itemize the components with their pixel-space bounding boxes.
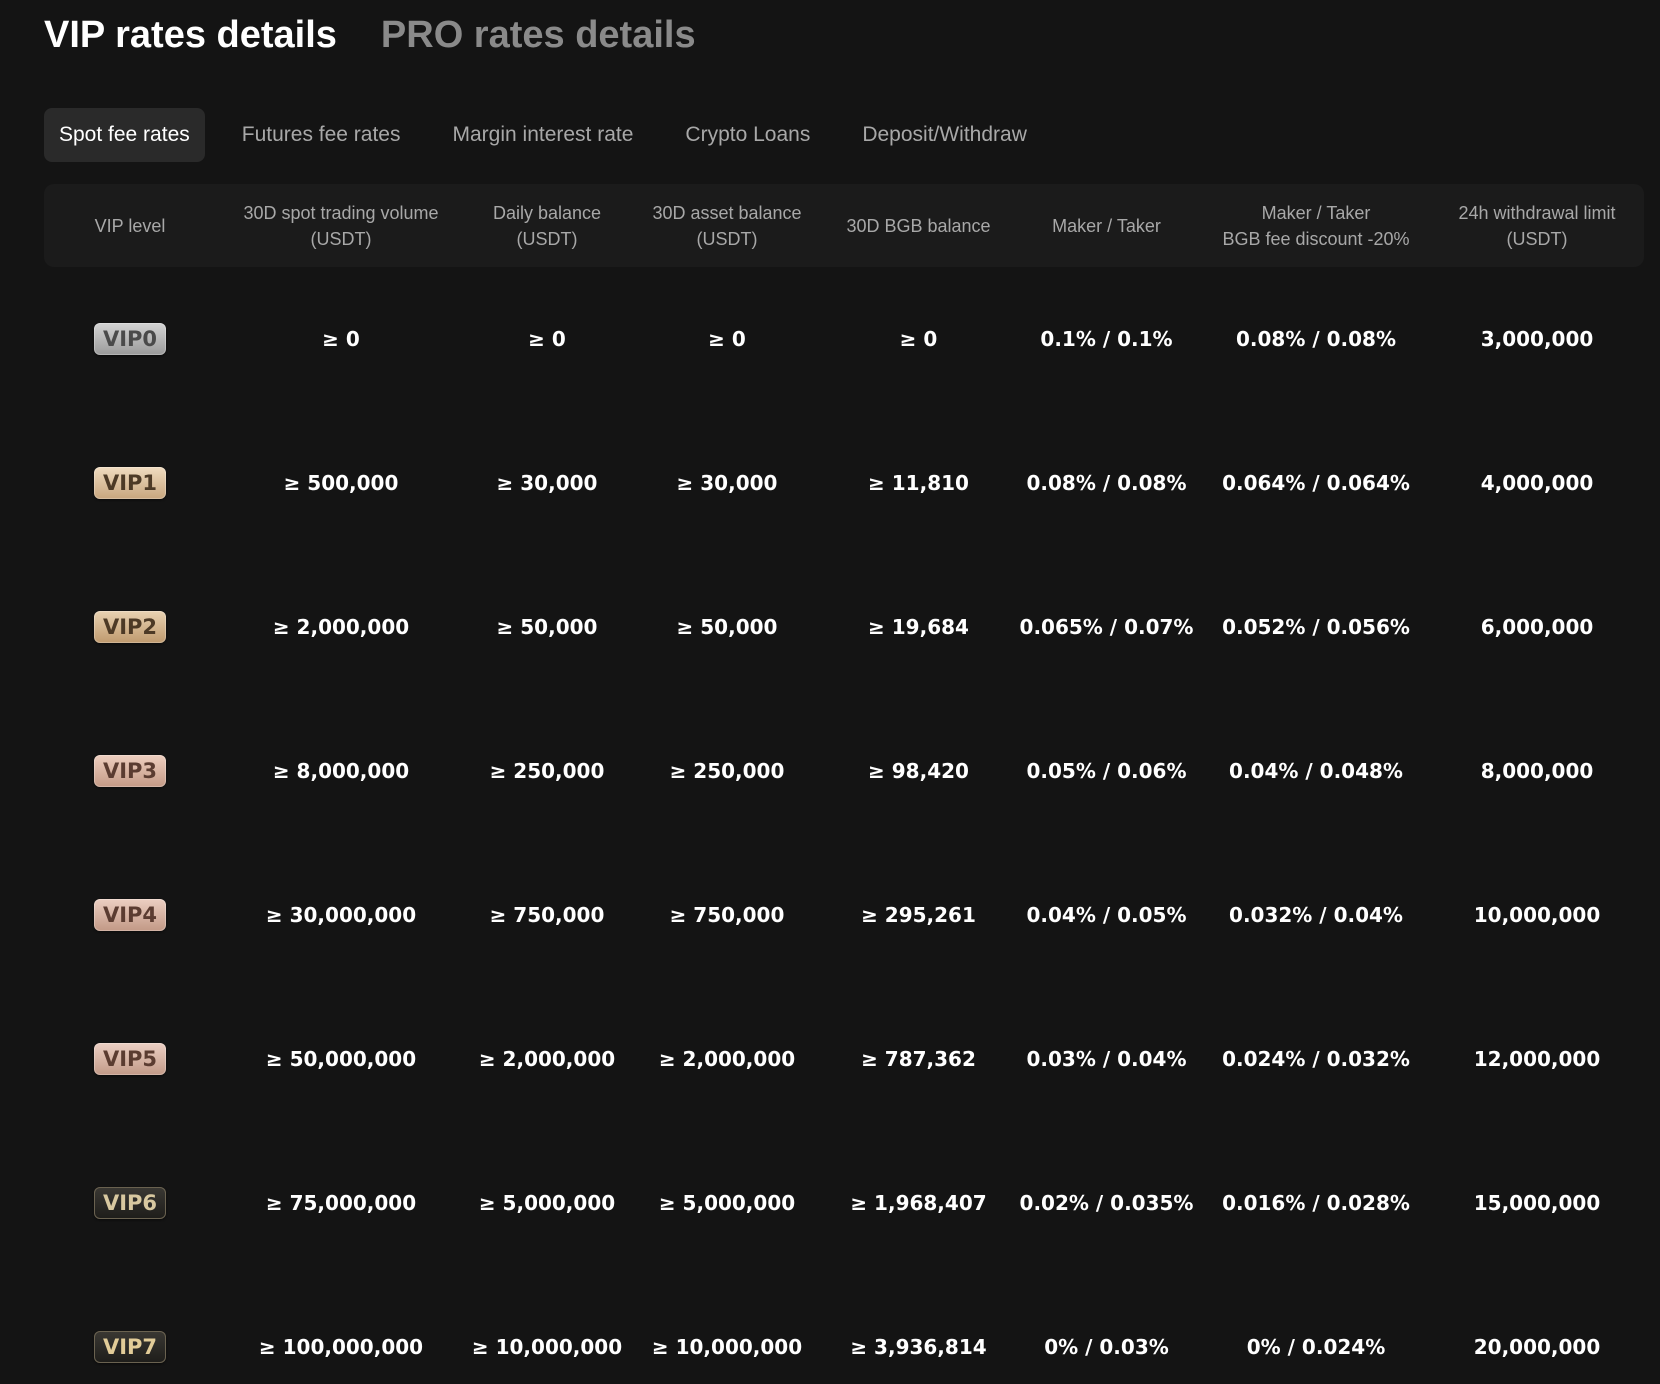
table-row: VIP4 ≥ 30,000,000 ≥ 750,000 ≥ 750,000 ≥ … xyxy=(44,843,1644,987)
header-daily-balance: Daily balance (USDT) xyxy=(492,202,602,249)
tab-futures-fee-rates[interactable]: Futures fee rates xyxy=(227,108,416,162)
vip-level-badge: VIP3 xyxy=(94,755,166,787)
cell-daily-balance: ≥ 30,000 xyxy=(496,471,598,495)
vip-level-badge: VIP7 xyxy=(94,1331,166,1363)
cell-withdrawal-limit: 4,000,000 xyxy=(1480,471,1594,495)
title-row: VIP rates details PRO rates details xyxy=(44,0,1660,80)
cell-asset-balance: ≥ 250,000 xyxy=(669,759,785,783)
table-row: VIP5 ≥ 50,000,000 ≥ 2,000,000 ≥ 2,000,00… xyxy=(44,987,1644,1131)
cell-withdrawal-limit: 20,000,000 xyxy=(1473,1335,1601,1359)
cell-spot-volume: ≥ 75,000,000 xyxy=(265,1191,417,1215)
vip-level-badge: VIP6 xyxy=(94,1187,166,1219)
cell-maker-taker-bgb: 0.052% / 0.056% xyxy=(1222,615,1410,639)
cell-spot-volume: ≥ 2,000,000 xyxy=(272,615,410,639)
vip-level-badge: VIP5 xyxy=(94,1043,166,1075)
cell-bgb-balance: ≥ 3,936,814 xyxy=(850,1335,987,1359)
cell-asset-balance: ≥ 750,000 xyxy=(669,903,785,927)
cell-withdrawal-limit: 10,000,000 xyxy=(1473,903,1601,927)
cell-spot-volume: ≥ 30,000,000 xyxy=(265,903,417,927)
table-header: VIP level 30D spot trading volume (USDT)… xyxy=(44,184,1644,267)
cell-bgb-balance: ≥ 19,684 xyxy=(868,615,969,639)
cell-asset-balance: ≥ 10,000,000 xyxy=(651,1335,803,1359)
cell-daily-balance: ≥ 0 xyxy=(528,327,566,351)
header-maker-taker-bgb: Maker / Taker BGB fee discount -20% xyxy=(1222,202,1410,249)
cell-withdrawal-limit: 3,000,000 xyxy=(1480,327,1594,351)
table-row: VIP2 ≥ 2,000,000 ≥ 50,000 ≥ 50,000 ≥ 19,… xyxy=(44,555,1644,699)
cell-maker-taker-bgb: 0.04% / 0.048% xyxy=(1229,759,1403,783)
cell-maker-taker-bgb: 0.08% / 0.08% xyxy=(1236,327,1396,351)
tab-crypto-loans[interactable]: Crypto Loans xyxy=(670,108,825,162)
table-row: VIP6 ≥ 75,000,000 ≥ 5,000,000 ≥ 5,000,00… xyxy=(44,1131,1644,1275)
cell-daily-balance: ≥ 50,000 xyxy=(496,615,598,639)
cell-withdrawal-limit: 6,000,000 xyxy=(1480,615,1594,639)
table-row: VIP3 ≥ 8,000,000 ≥ 250,000 ≥ 250,000 ≥ 9… xyxy=(44,699,1644,843)
cell-daily-balance: ≥ 750,000 xyxy=(489,903,605,927)
cell-withdrawal-limit: 8,000,000 xyxy=(1480,759,1594,783)
cell-maker-taker: 0.1% / 0.1% xyxy=(1040,327,1173,351)
vip-level-badge: VIP4 xyxy=(94,899,166,931)
cell-maker-taker: 0.02% / 0.035% xyxy=(1019,1191,1194,1215)
tab-deposit-withdraw[interactable]: Deposit/Withdraw xyxy=(847,108,1042,162)
cell-spot-volume: ≥ 8,000,000 xyxy=(272,759,410,783)
vip-level-badge: VIP1 xyxy=(94,467,166,499)
cell-daily-balance: ≥ 2,000,000 xyxy=(478,1047,616,1071)
header-vip-level: VIP level xyxy=(94,215,166,236)
cell-maker-taker: 0% / 0.03% xyxy=(1044,1335,1169,1359)
cell-asset-balance: ≥ 5,000,000 xyxy=(658,1191,796,1215)
cell-asset-balance: ≥ 2,000,000 xyxy=(658,1047,796,1071)
cell-spot-volume: ≥ 500,000 xyxy=(283,471,399,495)
cell-spot-volume: ≥ 50,000,000 xyxy=(265,1047,417,1071)
header-withdrawal-limit: 24h withdrawal limit (USDT) xyxy=(1458,202,1616,249)
pro-rates-title[interactable]: PRO rates details xyxy=(381,14,696,57)
vip-rates-title[interactable]: VIP rates details xyxy=(44,14,337,57)
cell-spot-volume: ≥ 100,000,000 xyxy=(258,1335,424,1359)
table-row: VIP1 ≥ 500,000 ≥ 30,000 ≥ 30,000 ≥ 11,81… xyxy=(44,411,1644,555)
cell-bgb-balance: ≥ 11,810 xyxy=(868,471,969,495)
vip-rates-page: VIP rates details PRO rates details Spot… xyxy=(0,0,1660,1384)
cell-bgb-balance: ≥ 1,968,407 xyxy=(850,1191,987,1215)
cell-maker-taker-bgb: 0.016% / 0.028% xyxy=(1222,1191,1410,1215)
cell-asset-balance: ≥ 30,000 xyxy=(676,471,778,495)
cell-spot-volume: ≥ 0 xyxy=(322,327,360,351)
cell-asset-balance: ≥ 50,000 xyxy=(676,615,778,639)
table-row: VIP7 ≥ 100,000,000 ≥ 10,000,000 ≥ 10,000… xyxy=(44,1275,1644,1384)
cell-asset-balance: ≥ 0 xyxy=(708,327,746,351)
cell-daily-balance: ≥ 10,000,000 xyxy=(471,1335,623,1359)
cell-maker-taker: 0.065% / 0.07% xyxy=(1019,615,1194,639)
header-spot-volume: 30D spot trading volume (USDT) xyxy=(243,202,439,249)
tab-spot-fee-rates[interactable]: Spot fee rates xyxy=(44,108,205,162)
cell-maker-taker: 0.03% / 0.04% xyxy=(1026,1047,1187,1071)
header-bgb-balance: 30D BGB balance xyxy=(846,215,991,236)
spot-fee-table: VIP level 30D spot trading volume (USDT)… xyxy=(44,184,1644,1384)
cell-bgb-balance: ≥ 295,261 xyxy=(861,903,976,927)
cell-daily-balance: ≥ 250,000 xyxy=(489,759,605,783)
vip-level-badge: VIP0 xyxy=(94,323,166,355)
fee-tabs: Spot fee rates Futures fee rates Margin … xyxy=(44,108,1660,162)
cell-withdrawal-limit: 15,000,000 xyxy=(1473,1191,1601,1215)
cell-bgb-balance: ≥ 787,362 xyxy=(861,1047,976,1071)
header-maker-taker: Maker / Taker xyxy=(1052,215,1161,236)
cell-daily-balance: ≥ 5,000,000 xyxy=(478,1191,616,1215)
cell-maker-taker-bgb: 0.032% / 0.04% xyxy=(1229,903,1403,927)
cell-bgb-balance: ≥ 98,420 xyxy=(868,759,969,783)
tab-margin-interest-rate[interactable]: Margin interest rate xyxy=(438,108,649,162)
cell-maker-taker-bgb: 0.024% / 0.032% xyxy=(1222,1047,1410,1071)
table-row: VIP0 ≥ 0 ≥ 0 ≥ 0 ≥ 0 0.1% / 0.1% 0.08% /… xyxy=(44,267,1644,411)
cell-bgb-balance: ≥ 0 xyxy=(899,327,938,351)
cell-maker-taker-bgb: 0.064% / 0.064% xyxy=(1222,471,1410,495)
cell-maker-taker: 0.08% / 0.08% xyxy=(1026,471,1187,495)
header-asset-balance: 30D asset balance (USDT) xyxy=(652,202,802,249)
cell-withdrawal-limit: 12,000,000 xyxy=(1473,1047,1601,1071)
cell-maker-taker-bgb: 0% / 0.024% xyxy=(1246,1335,1386,1359)
cell-maker-taker: 0.04% / 0.05% xyxy=(1026,903,1187,927)
cell-maker-taker: 0.05% / 0.06% xyxy=(1026,759,1187,783)
vip-level-badge: VIP2 xyxy=(94,611,166,643)
